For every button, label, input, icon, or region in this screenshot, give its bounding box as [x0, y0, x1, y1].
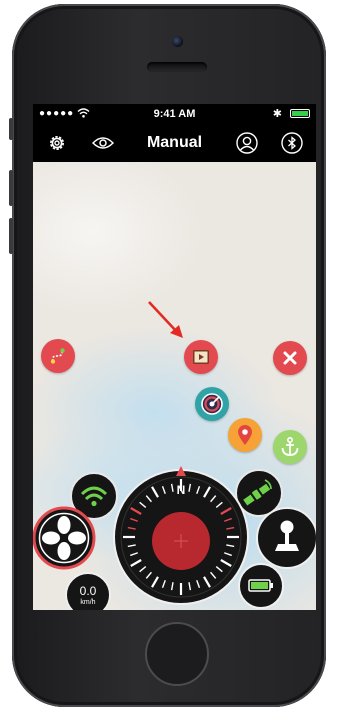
speed-value: 0.0	[79, 584, 97, 598]
dashboard: N	[33, 466, 316, 609]
speed-unit: km/h	[80, 599, 96, 606]
front-camera	[172, 36, 183, 47]
volume-down-button	[9, 218, 13, 254]
compass-north-label: N	[177, 483, 186, 497]
fan-button[interactable]	[33, 506, 96, 570]
battery-button[interactable]	[238, 563, 284, 609]
home-button[interactable]	[145, 622, 209, 686]
mute-switch	[9, 118, 13, 140]
app-screen: ●●●●● 9:41 AM ✱ Manual N 0.0 km/h	[33, 104, 316, 610]
volume-up-button	[9, 170, 13, 206]
compass: N	[113, 466, 249, 605]
speed-gauge: 0.0 km/h	[65, 572, 111, 610]
joystick-button[interactable]	[256, 507, 316, 569]
earpiece-speaker	[147, 62, 207, 72]
